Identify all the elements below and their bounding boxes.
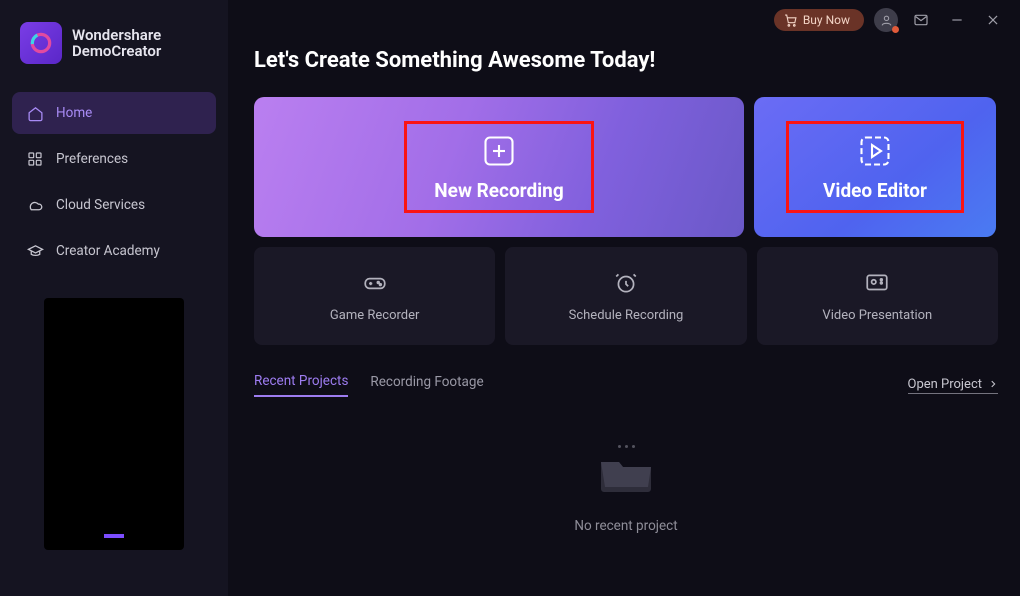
home-icon <box>26 104 44 122</box>
projects-tabbar: Recent Projects Recording Footage Open P… <box>254 373 998 397</box>
feature-label: Video Presentation <box>822 308 932 323</box>
open-project-label: Open Project <box>908 377 983 392</box>
folder-icon <box>597 445 655 496</box>
video-editor-card[interactable]: Video Editor <box>754 97 996 237</box>
schedule-recording-card[interactable]: Schedule Recording <box>505 247 746 345</box>
play-box-icon <box>857 133 893 169</box>
brand-logo-icon <box>20 22 62 64</box>
sidebar-item-label: Creator Academy <box>56 243 160 259</box>
presentation-icon <box>864 270 890 296</box>
tab-recent-projects[interactable]: Recent Projects <box>254 373 348 397</box>
brand-line1: Wondershare <box>72 27 161 44</box>
sidebar-item-cloud[interactable]: Cloud Services <box>12 184 216 226</box>
brand-text: Wondershare DemoCreator <box>72 27 161 60</box>
sidebar-item-academy[interactable]: Creator Academy <box>12 230 216 272</box>
gamepad-icon <box>362 270 388 296</box>
cloud-icon <box>26 196 44 214</box>
new-recording-card[interactable]: New Recording <box>254 97 744 237</box>
new-recording-label: New Recording <box>434 179 563 202</box>
headline: Let's Create Something Awesome Today! <box>254 48 998 73</box>
phone-home-indicator <box>104 534 124 538</box>
chevron-right-icon <box>988 379 998 389</box>
graduation-icon <box>26 242 44 260</box>
grid-icon <box>26 150 44 168</box>
feature-label: Game Recorder <box>330 308 419 323</box>
sidebar-item-home[interactable]: Home <box>12 92 216 134</box>
game-recorder-card[interactable]: Game Recorder <box>254 247 495 345</box>
sidebar-item-label: Home <box>56 105 92 121</box>
phone-preview <box>44 298 184 550</box>
video-presentation-card[interactable]: Video Presentation <box>757 247 998 345</box>
brand-line2: DemoCreator <box>72 43 161 60</box>
video-editor-label: Video Editor <box>823 179 927 202</box>
plus-box-icon <box>481 133 517 169</box>
sidebar-item-label: Cloud Services <box>56 197 145 213</box>
tab-recording-footage[interactable]: Recording Footage <box>370 374 483 396</box>
feature-label: Schedule Recording <box>569 308 684 323</box>
sidebar: Wondershare DemoCreator Home Preferences <box>0 0 228 596</box>
brand: Wondershare DemoCreator <box>0 22 228 86</box>
open-project-link[interactable]: Open Project <box>908 377 999 394</box>
feature-row: Game Recorder Schedule Recording Video P… <box>254 247 998 345</box>
sidebar-nav: Home Preferences Cloud Services Creator … <box>0 86 228 272</box>
alarm-icon <box>613 270 639 296</box>
empty-state: No recent project <box>254 445 998 534</box>
main-content: Let's Create Something Awesome Today! Ne… <box>228 0 1020 596</box>
sidebar-item-preferences[interactable]: Preferences <box>12 138 216 180</box>
hero-row: New Recording Video Editor <box>254 97 998 237</box>
sidebar-item-label: Preferences <box>56 151 128 167</box>
empty-label: No recent project <box>574 518 677 534</box>
